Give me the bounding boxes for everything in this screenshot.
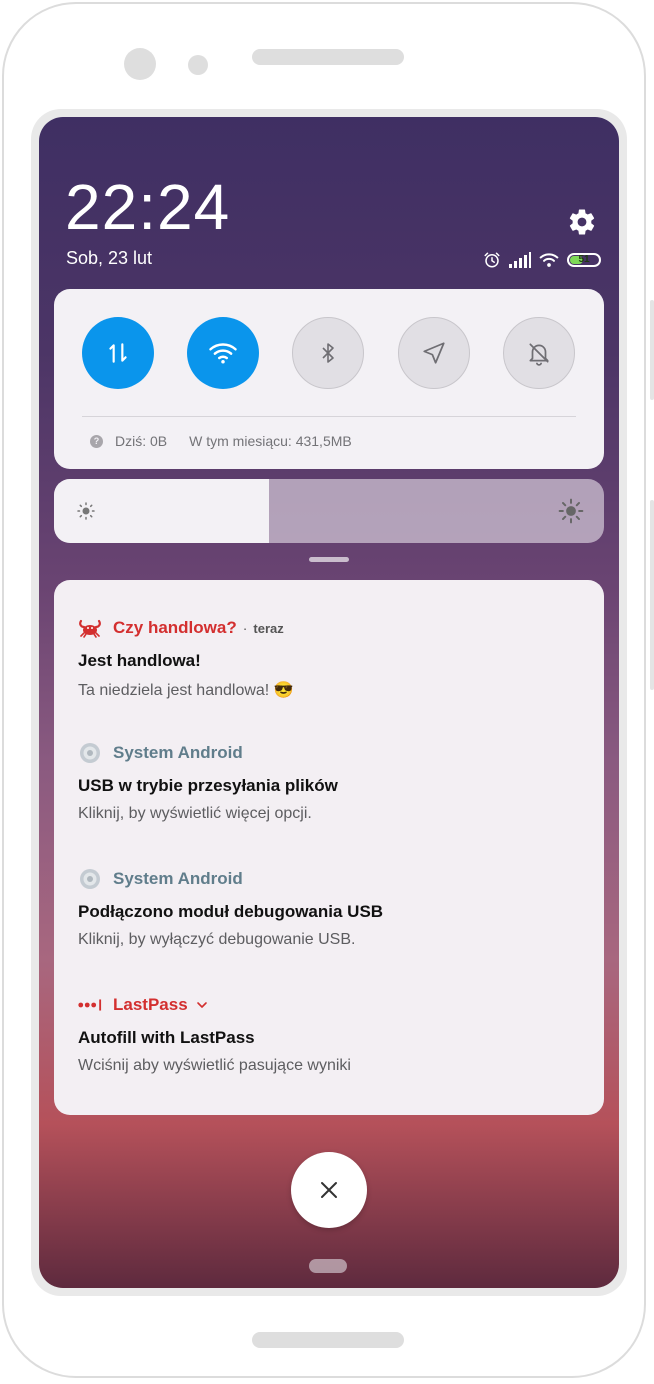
android-system-icon <box>78 867 102 891</box>
bluetooth-toggle[interactable] <box>292 317 364 389</box>
lastpass-icon <box>78 993 102 1017</box>
data-usage-today: Dziś: 0B <box>115 433 168 449</box>
notification-time: teraz <box>253 620 284 636</box>
close-icon <box>321 1182 337 1198</box>
status-icons: 51 <box>483 249 601 271</box>
notification-title: Autofill with LastPass <box>78 1028 255 1047</box>
wifi-status-icon <box>539 253 559 267</box>
notification-app-name: System Android <box>113 743 243 762</box>
shade-drag-handle[interactable] <box>309 557 349 562</box>
notification-title: Podłączono moduł debugowania USB <box>78 902 384 921</box>
location-toggle[interactable] <box>398 317 470 389</box>
notification-item[interactable]: Czy handlowa? · teraz Jest handlowa! Ta … <box>78 616 580 700</box>
wifi-icon <box>209 343 237 364</box>
brightness-low-icon <box>77 502 95 520</box>
notification-body: Wciśnij aby wyświetlić pasujące wyniki <box>78 1057 351 1074</box>
power-button <box>650 500 654 690</box>
do-not-disturb-toggle[interactable] <box>503 317 575 389</box>
proximity-sensor <box>188 55 208 75</box>
notification-shade: 22:24 Sob, 23 lut 51 ? Dziś: 0B W tym mi… <box>39 117 619 1288</box>
notification-app-name: Czy handlowa? <box>113 618 237 637</box>
settings-gear-icon[interactable] <box>567 207 597 237</box>
bottom-bezel-bar <box>252 1332 404 1348</box>
data-usage-month: W tym miesiącu: 431,5MB <box>189 433 352 449</box>
quick-settings-divider <box>82 416 576 417</box>
notification-header: LastPass <box>78 993 580 1017</box>
separator-dot: · <box>242 620 248 636</box>
bluetooth-icon <box>322 343 334 363</box>
android-system-icon <box>78 741 102 765</box>
volume-button <box>650 300 654 400</box>
chevron-down-icon[interactable] <box>196 999 208 1011</box>
notification-title: USB w trybie przesyłania plików <box>78 776 338 795</box>
phone-frame: 22:24 Sob, 23 lut 51 ? Dziś: 0B W tym mi… <box>2 2 646 1378</box>
crab-icon <box>78 616 102 640</box>
notification-item[interactable]: LastPass Autofill with LastPass Wciśnij … <box>78 993 580 1075</box>
quick-settings-panel: ? Dziś: 0B W tym miesiącu: 431,5MB <box>54 289 604 469</box>
notification-app-name: System Android <box>113 869 243 888</box>
home-gesture-pill[interactable] <box>309 1259 347 1273</box>
arrows-up-down-icon <box>109 343 127 363</box>
notification-body: Kliknij, by wyłączyć debugowanie USB. <box>78 931 356 948</box>
notification-list: Czy handlowa? · teraz Jest handlowa! Ta … <box>54 580 604 1115</box>
notification-header: System Android <box>78 867 580 891</box>
notification-header: Czy handlowa? · teraz <box>78 616 580 640</box>
notification-body: Ta niedziela jest handlowa! 😎 <box>78 682 294 699</box>
brightness-high-icon <box>558 498 584 524</box>
alarm-icon <box>484 252 500 268</box>
bell-off-icon <box>529 343 549 366</box>
notification-body: Kliknij, by wyświetlić więcej opcji. <box>78 805 312 822</box>
location-arrow-icon <box>423 342 445 364</box>
notification-item[interactable]: System Android USB w trybie przesyłania … <box>78 741 580 823</box>
clock[interactable]: 22:24 <box>65 171 230 243</box>
notification-title: Jest handlowa! <box>78 651 201 670</box>
question-mark-icon: ? <box>90 434 103 448</box>
notification-app-name: LastPass <box>113 995 188 1014</box>
battery-level-text: 51 <box>578 254 590 265</box>
front-camera <box>124 48 156 80</box>
clear-all-button[interactable] <box>291 1152 367 1228</box>
data-usage-row[interactable]: ? Dziś: 0B W tym miesiącu: 431,5MB <box>90 433 352 449</box>
wifi-toggle[interactable] <box>187 317 259 389</box>
brightness-slider[interactable] <box>54 479 604 543</box>
battery-icon: 51 <box>567 253 601 267</box>
date-label[interactable]: Sob, 23 lut <box>66 248 152 269</box>
notification-header: System Android <box>78 741 580 765</box>
earpiece-speaker <box>252 49 404 65</box>
notification-item[interactable]: System Android Podłączono moduł debugowa… <box>78 867 580 949</box>
mobile-data-toggle[interactable] <box>82 317 154 389</box>
signal-strength-icon <box>509 252 531 268</box>
